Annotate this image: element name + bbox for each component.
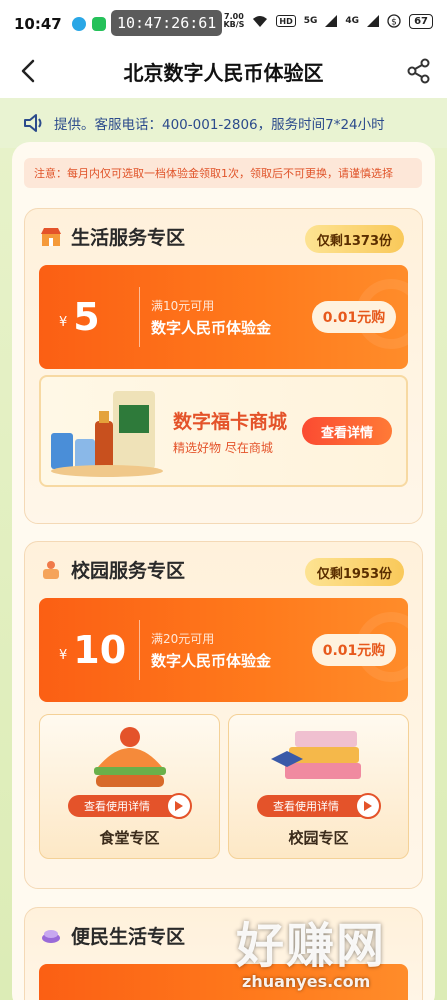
back-arrow-icon[interactable]	[18, 58, 40, 84]
mall-title: 数字福卡商城	[173, 411, 288, 433]
signal-bars-icon-2	[367, 15, 380, 27]
books-image	[271, 731, 361, 779]
mall-banner[interactable]: 数字福卡商城 精选好物 尽在商城 查看详情	[39, 375, 408, 487]
play-icon	[166, 793, 192, 819]
zone-header: 便民生活专区	[39, 922, 185, 949]
hd-badge: HD	[276, 15, 296, 27]
floating-clock[interactable]: 10:47:26:61	[111, 10, 223, 36]
burger-image	[94, 727, 166, 787]
watermark-text: 好赚网	[236, 918, 387, 974]
watermark-url: zhuanyes.com	[242, 972, 371, 991]
battery-indicator: 67	[409, 13, 433, 29]
zone-title: 生活服务专区	[71, 227, 186, 249]
coupon-amount: ¥ 10	[59, 598, 126, 702]
notice-bar: 提供。客服电话：400-001-2806，服务时间7*24小时	[0, 98, 447, 148]
zone-header: 生活服务专区	[39, 223, 185, 250]
view-details-button[interactable]: 查看详情	[302, 417, 392, 445]
status-time: 10:47	[14, 15, 62, 33]
header: 北京数字人民币体验区	[0, 48, 447, 94]
play-icon	[355, 793, 381, 819]
subcard-label: 校园专区	[288, 829, 349, 847]
mall-subtitle: 精选好物 尽在商城	[173, 441, 273, 455]
mall-products-image	[51, 391, 163, 477]
signal-4g-icon: 4G	[345, 16, 360, 26]
wechat-icon	[91, 17, 106, 31]
coupon-divider	[139, 620, 140, 680]
cake-icon	[43, 560, 59, 579]
buy-button[interactable]: 0.01元购	[312, 634, 396, 666]
shop-icon	[41, 227, 61, 246]
canteen-card[interactable]: 查看使用详情 食堂专区	[39, 714, 220, 859]
coupon-card[interactable]: ¥ 5 满10元可用 数字人民币体验金 0.01元购	[39, 265, 408, 369]
warning-notice: 注意：每月内仅可选取一档体验金领取1次，领取后不可更换，请谨慎选择	[24, 158, 422, 188]
speaker-icon	[24, 114, 42, 132]
signal-5g-icon: 5G	[303, 16, 318, 26]
coupon-value: 5	[73, 295, 100, 339]
remain-badge: 仅剩1373份	[304, 225, 404, 253]
remain-badge: 仅剩1953份	[304, 558, 404, 586]
coupon-name: 数字人民币体验金	[151, 319, 272, 337]
dollar-circle-icon: $	[387, 14, 401, 28]
status-right: 7.00 KB/S HD 5G 4G $ 67	[223, 13, 433, 29]
wifi-icon	[253, 15, 268, 27]
buy-button[interactable]: 0.01元购	[312, 301, 396, 333]
currency-symbol: ¥	[59, 647, 68, 663]
watermark: 好赚网 zhuanyes.com	[236, 906, 436, 996]
coupon-amount: ¥ 5	[59, 265, 100, 369]
currency-symbol: ¥	[59, 314, 68, 330]
convenience-icon	[42, 929, 60, 943]
status-app-icons	[71, 17, 106, 31]
zone-title: 校园服务专区	[71, 560, 186, 582]
share-icon[interactable]	[407, 58, 431, 84]
zone-life-services: 生活服务专区 仅剩1373份 ¥ 5 满10元可用 数字人民币体验金 0.01元…	[24, 208, 423, 524]
campus-card[interactable]: 查看使用详情 校园专区	[228, 714, 409, 859]
net-speed: 7.00 KB/S	[223, 13, 244, 29]
net-speed-unit: KB/S	[223, 20, 245, 29]
coupon-value: 10	[73, 628, 127, 672]
svg-text:$: $	[391, 18, 397, 28]
zone-header: 校园服务专区	[39, 556, 185, 583]
subcard-label: 食堂专区	[99, 829, 160, 847]
coupon-divider	[139, 287, 140, 347]
coupon-card[interactable]: ¥ 10 满20元可用 数字人民币体验金 0.01元购	[39, 598, 408, 702]
notice-text: 提供。客服电话：400-001-2806，服务时间7*24小时	[54, 117, 385, 133]
zone-title: 便民生活专区	[71, 926, 186, 948]
coupon-name: 数字人民币体验金	[151, 652, 272, 670]
zone-campus-services: 校园服务专区 仅剩1953份 ¥ 10 满20元可用 数字人民币体验金 0.01…	[24, 541, 423, 889]
page-title: 北京数字人民币体验区	[123, 60, 324, 85]
coupon-condition: 满20元可用	[151, 632, 215, 646]
qq-icon	[71, 17, 86, 31]
coupon-condition: 满10元可用	[151, 299, 215, 313]
signal-bars-icon	[325, 15, 338, 27]
